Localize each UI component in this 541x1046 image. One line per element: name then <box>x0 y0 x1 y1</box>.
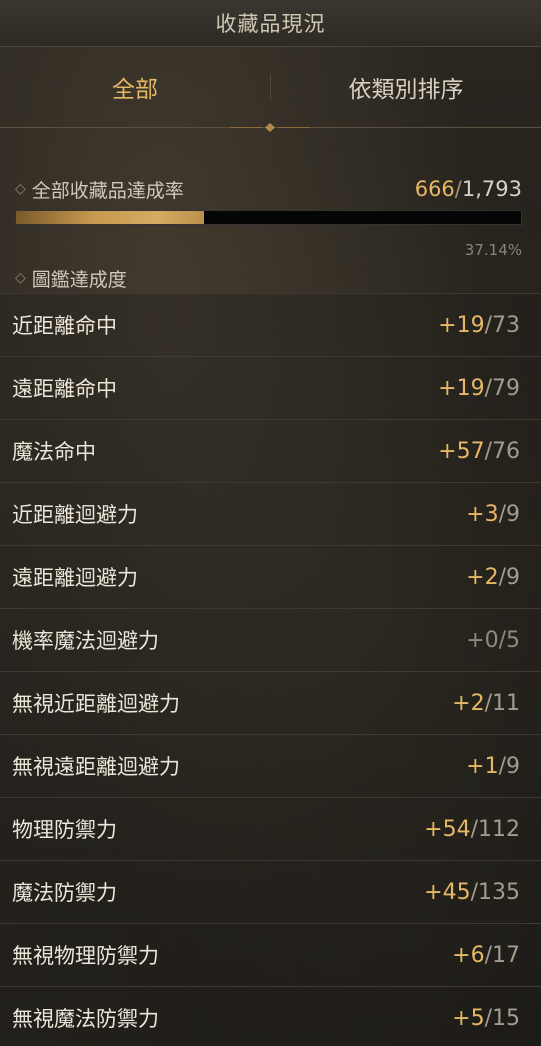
stat-max: /9 <box>498 753 520 779</box>
stat-current: +6 <box>452 942 485 968</box>
collection-progress-fill <box>16 211 204 224</box>
stat-value: +1/9 <box>466 754 520 779</box>
stat-value: +45/135 <box>424 880 520 905</box>
total-current: 666 <box>414 177 455 201</box>
stat-name: 近距離命中 <box>12 314 117 338</box>
stat-value: +6/17 <box>452 943 520 968</box>
total-collection-label: 全部收藏品達成率 <box>31 179 184 202</box>
stat-row: 近距離命中 +19/73 <box>0 293 541 356</box>
stat-row: 遠距離迴避力 +2/9 <box>0 545 541 608</box>
stat-name: 無視魔法防禦力 <box>12 1007 159 1031</box>
stat-current: +54 <box>424 816 471 842</box>
stat-name: 無視物理防禦力 <box>12 944 159 968</box>
stat-current: +57 <box>438 438 485 464</box>
stat-value: +3/9 <box>466 502 520 527</box>
stat-current: +45 <box>424 879 471 905</box>
stat-current: +5 <box>452 1005 485 1031</box>
stat-row: 魔法防禦力 +45/135 <box>0 860 541 923</box>
codex-section-header: ◇ 圖鑑達成度 <box>15 263 522 293</box>
stat-name: 近距離迴避力 <box>12 503 138 527</box>
collection-status-screen: 收藏品現況 全部 依類別排序 ◇ 全部收藏品達成率 666/1,793 37.1… <box>0 0 541 1046</box>
tab-ornament-icon <box>230 123 310 132</box>
total-collection-row: ◇ 全部收藏品達成率 666/1,793 <box>15 172 522 206</box>
stat-value: +5/15 <box>452 1006 520 1031</box>
stat-name: 魔法防禦力 <box>12 881 117 905</box>
total-collection-value: 666/1,793 <box>415 177 522 201</box>
stat-current: +19 <box>438 312 485 338</box>
stat-current: +0 <box>466 627 499 653</box>
stat-max: /9 <box>498 564 520 590</box>
total-max: 1,793 <box>461 177 522 201</box>
stat-current: +2 <box>452 690 485 716</box>
stat-row: 機率魔法迴避力 +0/5 <box>0 608 541 671</box>
tab-sort-by-category[interactable]: 依類別排序 <box>271 70 541 104</box>
stat-row: 遠距離命中 +19/79 <box>0 356 541 419</box>
stat-max: /76 <box>484 438 520 464</box>
stat-value: +2/9 <box>466 565 520 590</box>
stat-row: 魔法命中 +57/76 <box>0 419 541 482</box>
total-separator: / <box>454 177 462 201</box>
stat-name: 遠距離迴避力 <box>12 566 138 590</box>
tab-bar: 全部 依類別排序 <box>0 47 541 132</box>
page-title: 收藏品現況 <box>215 12 326 36</box>
stat-row: 無視魔法防禦力 +5/15 <box>0 986 541 1046</box>
stat-name: 遠距離命中 <box>12 377 117 401</box>
stat-name: 魔法命中 <box>12 440 96 464</box>
stat-value: +2/11 <box>452 691 520 716</box>
stat-row: 近距離迴避力 +3/9 <box>0 482 541 545</box>
summary-section: ◇ 全部收藏品達成率 666/1,793 37.14% ◇ 圖鑑達成度 <box>0 172 541 293</box>
stat-current: +19 <box>438 375 485 401</box>
stat-name: 物理防禦力 <box>12 818 117 842</box>
stat-value: +54/112 <box>424 817 520 842</box>
stat-max: /112 <box>470 816 520 842</box>
codex-label: 圖鑑達成度 <box>31 268 127 291</box>
stat-name: 無視近距離迴避力 <box>12 692 180 716</box>
stat-max: /11 <box>484 690 520 716</box>
stat-max: /9 <box>498 501 520 527</box>
stat-list: 近距離命中 +19/73 遠距離命中 +19/79 魔法命中 +57/76 近距離迴避力 +3… <box>0 293 541 1046</box>
stat-value: +0/5 <box>466 628 520 653</box>
stat-max: /73 <box>484 312 520 338</box>
stat-max: /135 <box>470 879 520 905</box>
stat-max: /79 <box>484 375 520 401</box>
stat-max: /15 <box>484 1005 520 1031</box>
stat-name: 機率魔法迴避力 <box>12 629 159 653</box>
stat-value: +19/79 <box>438 376 520 401</box>
collection-progress-bar <box>15 210 522 225</box>
stat-current: +2 <box>466 564 499 590</box>
stat-value: +57/76 <box>438 439 520 464</box>
stat-row: 無視遠距離迴避力 +1/9 <box>0 734 541 797</box>
title-bar: 收藏品現況 <box>0 0 541 47</box>
stat-current: +1 <box>466 753 499 779</box>
stat-current: +3 <box>466 501 499 527</box>
progress-percent: 37.14% <box>464 241 522 259</box>
diamond-icon: ◇ <box>15 181 26 197</box>
stat-row: 無視物理防禦力 +6/17 <box>0 923 541 986</box>
stat-row: 物理防禦力 +54/112 <box>0 797 541 860</box>
diamond-icon: ◇ <box>15 270 26 286</box>
stat-row: 無視近距離迴避力 +2/11 <box>0 671 541 734</box>
stat-name: 無視遠距離迴避力 <box>12 755 180 779</box>
stat-max: /5 <box>498 627 520 653</box>
tab-all[interactable]: 全部 <box>0 70 270 104</box>
stat-max: /17 <box>484 942 520 968</box>
stat-value: +19/73 <box>438 313 520 338</box>
